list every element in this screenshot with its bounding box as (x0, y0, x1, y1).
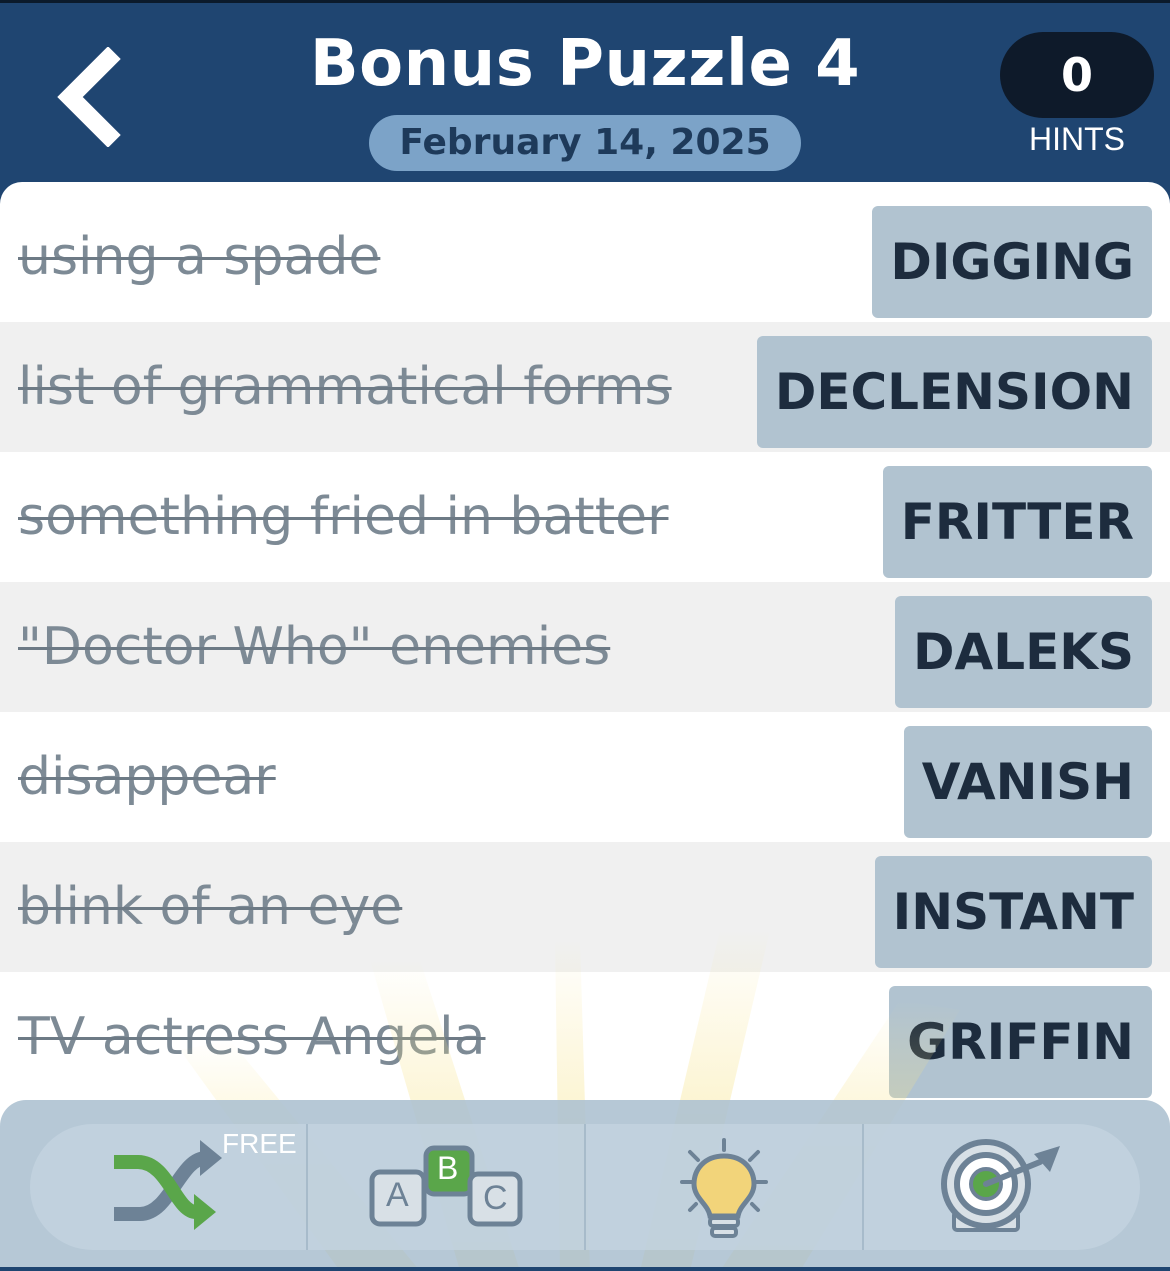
clue-row: list of grammatical forms DECLENSION (0, 322, 1170, 452)
clue-row: TV actress Angela GRIFFIN (0, 972, 1170, 1102)
answer-tile[interactable]: DALEKS (895, 596, 1152, 708)
lightbulb-icon (680, 1138, 768, 1238)
page-title: Bonus Puzzle 4 (309, 27, 861, 101)
block-letter-c: C (483, 1179, 508, 1217)
app-screen: Bonus Puzzle 4 February 14, 2025 0 HINTS… (0, 0, 1170, 1271)
block-letter-a: A (386, 1176, 409, 1214)
clue-text: using a spade (18, 192, 380, 322)
clue-text: list of grammatical forms (18, 322, 672, 452)
answer-tile[interactable]: INSTANT (874, 856, 1152, 968)
clue-text-struck: something fried in batter (18, 487, 669, 547)
clue-row: "Doctor Who" enemies DALEKS (0, 582, 1170, 712)
hint-button[interactable] (586, 1124, 862, 1250)
clue-list: using a spade DIGGING list of grammatical … (0, 182, 1170, 1122)
clue-text-struck: using a spade (18, 227, 381, 287)
shuffle-button[interactable]: FREE (30, 1124, 306, 1250)
clue-row: blink of an eye INSTANT (0, 842, 1170, 972)
answer-tile[interactable]: DECLENSION (756, 336, 1152, 448)
answer-tile[interactable]: VANISH (903, 726, 1152, 838)
clue-row: disappear VANISH (0, 712, 1170, 842)
date-badge: February 14, 2025 (369, 115, 801, 171)
clue-text: TV actress Angela (18, 972, 486, 1102)
reveal-letter-button[interactable]: A B C (308, 1124, 584, 1250)
clue-text-struck: "Doctor Who" enemies (18, 617, 611, 677)
toolbar-pill: FREE A B C (30, 1124, 1140, 1250)
hints-label: HINTS (1029, 121, 1125, 157)
solve-button[interactable] (864, 1124, 1140, 1250)
clue-text-struck: TV actress Angela (18, 1007, 486, 1067)
clue-text: blink of an eye (18, 842, 402, 972)
free-badge: FREE (222, 1128, 297, 1159)
header-bar: Bonus Puzzle 4 February 14, 2025 0 HINTS (0, 0, 1170, 205)
clue-text-struck: blink of an eye (18, 877, 403, 937)
clue-row: something fried in batter FRITTER (0, 452, 1170, 582)
clue-text: disappear (18, 712, 276, 842)
clue-text-struck: list of grammatical forms (18, 357, 672, 417)
answer-tile[interactable]: DIGGING (872, 206, 1152, 318)
clue-row: using a spade DIGGING (0, 192, 1170, 322)
target-dart-icon (941, 1139, 1060, 1232)
answer-tile[interactable]: FRITTER (882, 466, 1152, 578)
hints-count-button[interactable]: 0 (1000, 32, 1154, 118)
answer-tile[interactable]: GRIFFIN (889, 986, 1152, 1098)
block-letter-b: B (437, 1150, 459, 1186)
abc-blocks-icon (369, 1145, 523, 1227)
bottom-edge (0, 1267, 1170, 1271)
bottom-toolbar: FREE A B C (0, 1100, 1170, 1271)
clue-text: "Doctor Who" enemies (18, 582, 610, 712)
clue-text: something fried in batter (18, 452, 668, 582)
clue-text-struck: disappear (18, 747, 276, 807)
